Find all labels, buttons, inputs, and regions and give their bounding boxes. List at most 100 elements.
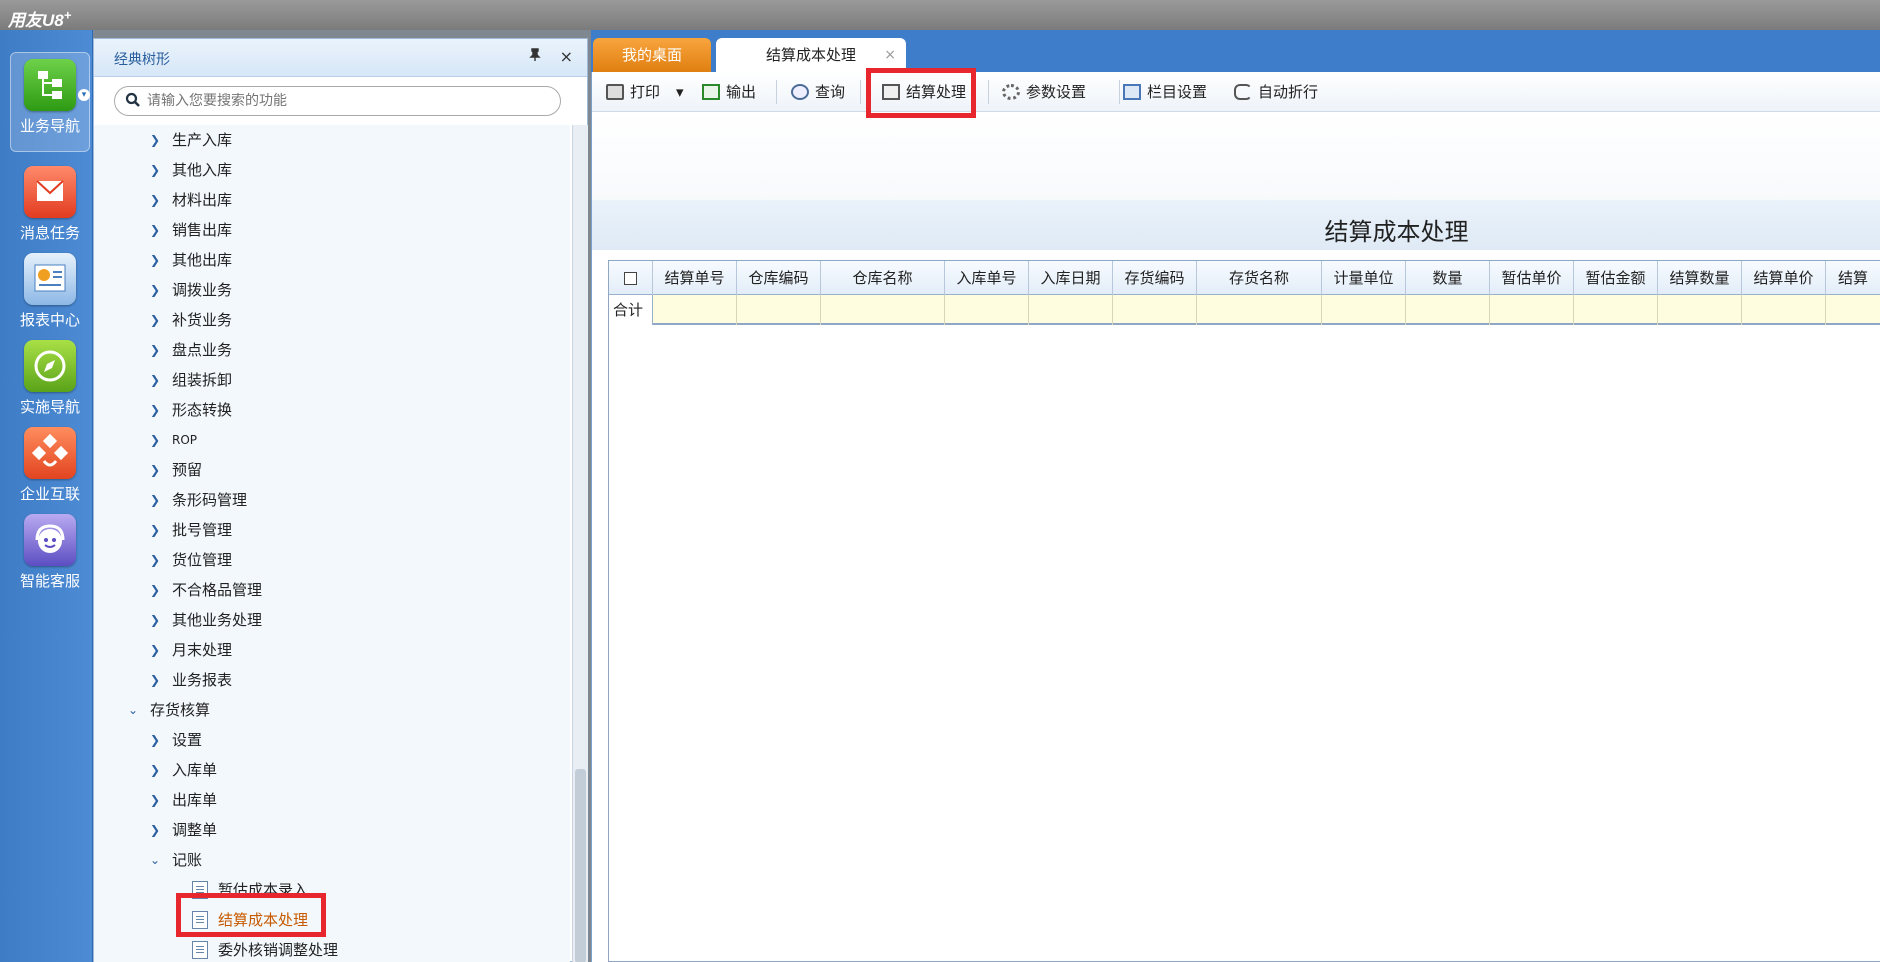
toolbar-separator: [1119, 80, 1120, 104]
tree-item-form-conversion[interactable]: ❯ 形态转换: [94, 395, 570, 425]
query-icon: [791, 84, 809, 100]
column-header[interactable]: 结算单号: [653, 261, 737, 295]
column-header[interactable]: 暂估金额: [1574, 261, 1658, 295]
tree-item-material-outbound[interactable]: ❯ 材料出库: [94, 185, 570, 215]
tree-item-label: 出库单: [172, 791, 218, 809]
tree-item-barcode[interactable]: ❯ 条形码管理: [94, 485, 570, 515]
app-message-task[interactable]: 消息任务: [10, 160, 90, 260]
tree-item-settings[interactable]: ❯ 设置: [94, 725, 570, 755]
chevron-right-icon[interactable]: ❯: [148, 215, 162, 245]
chevron-right-icon[interactable]: ❯: [148, 455, 162, 485]
chevron-right-icon[interactable]: ❯: [148, 575, 162, 605]
chevron-down-icon: ▾: [676, 83, 684, 101]
tree-item-batch[interactable]: ❯ 批号管理: [94, 515, 570, 545]
tree-item-assembly[interactable]: ❯ 组装拆卸: [94, 365, 570, 395]
column-header[interactable]: 结算: [1826, 261, 1880, 295]
chevron-right-icon[interactable]: ❯: [148, 665, 162, 695]
column-header[interactable]: 仓库名称: [821, 261, 945, 295]
tree-item-rop[interactable]: ❯ ROP: [94, 425, 570, 455]
app-label: 报表中心: [19, 311, 80, 329]
pin-icon[interactable]: [529, 48, 541, 66]
tree-item-settlement-cost[interactable]: 结算成本处理: [94, 905, 570, 935]
navigation-tree: ❯ 生产入库 ❯ 其他入库 ❯ 材料出库 ❯ 销售出库 ❯ 其他出库 ❯ 调拨业务 ❯ 补货业…: [94, 125, 570, 962]
app-smart-support[interactable]: 智能客服: [10, 508, 90, 608]
chevron-right-icon[interactable]: ❯: [148, 305, 162, 335]
tree-item-defective[interactable]: ❯ 不合格品管理: [94, 575, 570, 605]
close-icon[interactable]: ×: [884, 38, 896, 72]
tree-item-business-reports[interactable]: ❯ 业务报表: [94, 665, 570, 695]
tree-item-stocktake[interactable]: ❯ 盘点业务: [94, 335, 570, 365]
params-button[interactable]: 参数设置: [1002, 78, 1086, 106]
tree-item-other-outbound[interactable]: ❯ 其他出库: [94, 245, 570, 275]
tree-scrollbar[interactable]: [572, 125, 588, 962]
tree-item-month-end[interactable]: ❯ 月末处理: [94, 635, 570, 665]
chevron-right-icon[interactable]: ❯: [148, 725, 162, 755]
column-header[interactable]: 仓库编码: [737, 261, 821, 295]
column-header[interactable]: 暂估单价: [1490, 261, 1574, 295]
app-label: 企业互联: [19, 485, 80, 503]
chevron-down-icon[interactable]: ⌄: [148, 845, 162, 875]
chevron-right-icon[interactable]: ❯: [148, 245, 162, 275]
tree-item-location[interactable]: ❯ 货位管理: [94, 545, 570, 575]
chevron-down-icon[interactable]: ▾: [78, 89, 90, 101]
columns-button[interactable]: 栏目设置: [1123, 78, 1207, 106]
app-implementation-nav[interactable]: 实施导航: [10, 334, 90, 434]
close-icon[interactable]: ×: [560, 47, 573, 66]
tree-item-outbound-doc[interactable]: ❯ 出库单: [94, 785, 570, 815]
tree-item-bookkeeping[interactable]: ⌄ 记账: [94, 845, 570, 875]
column-header[interactable]: 入库日期: [1029, 261, 1113, 295]
column-header[interactable]: 数量: [1406, 261, 1490, 295]
chevron-right-icon[interactable]: ❯: [148, 635, 162, 665]
select-all-checkbox-cell[interactable]: [609, 261, 653, 295]
checkbox[interactable]: [624, 272, 637, 285]
tree-item-adjustment-doc[interactable]: ❯ 调整单: [94, 815, 570, 845]
tree-item-production-inbound[interactable]: ❯ 生产入库: [94, 125, 570, 155]
tree-item-other-inbound[interactable]: ❯ 其他入库: [94, 155, 570, 185]
column-header[interactable]: 入库单号: [945, 261, 1029, 295]
print-dropdown[interactable]: ▾: [676, 78, 684, 106]
chevron-right-icon[interactable]: ❯: [148, 365, 162, 395]
search-input[interactable]: [147, 91, 547, 111]
autowrap-button[interactable]: 自动折行: [1234, 78, 1318, 106]
tab-settlement-cost[interactable]: 结算成本处理 ×: [716, 38, 906, 72]
tree-item-transfer[interactable]: ❯ 调拨业务: [94, 275, 570, 305]
chevron-right-icon[interactable]: ❯: [148, 755, 162, 785]
column-header[interactable]: 结算数量: [1658, 261, 1742, 295]
chevron-right-icon[interactable]: ❯: [148, 155, 162, 185]
banner: [592, 112, 1880, 212]
chevron-right-icon[interactable]: ❯: [148, 545, 162, 575]
export-button[interactable]: 输出: [702, 78, 756, 106]
app-business-nav[interactable]: ▾ 业务导航: [10, 52, 90, 152]
chevron-right-icon[interactable]: ❯: [148, 335, 162, 365]
column-header[interactable]: 存货编码: [1113, 261, 1197, 295]
chevron-right-icon[interactable]: ❯: [148, 485, 162, 515]
tree-item-estimated-cost-entry[interactable]: 暂估成本录入: [94, 875, 570, 905]
tree-item-replenishment[interactable]: ❯ 补货业务: [94, 305, 570, 335]
chevron-right-icon[interactable]: ❯: [148, 425, 162, 455]
chevron-down-icon[interactable]: ⌄: [126, 695, 140, 725]
chevron-right-icon[interactable]: ❯: [148, 605, 162, 635]
tree-item-other-business[interactable]: ❯ 其他业务处理: [94, 605, 570, 635]
tree-item-outsourcing-writeoff[interactable]: 委外核销调整处理: [94, 935, 570, 962]
app-report-center[interactable]: 报表中心: [10, 247, 90, 347]
tree-item-inventory-accounting[interactable]: ⌄ 存货核算: [94, 695, 570, 725]
chevron-right-icon[interactable]: ❯: [148, 785, 162, 815]
tree-item-inbound-doc[interactable]: ❯ 入库单: [94, 755, 570, 785]
tree-item-label: ROP: [172, 433, 198, 447]
chevron-right-icon[interactable]: ❯: [148, 815, 162, 845]
chevron-right-icon[interactable]: ❯: [148, 395, 162, 425]
tab-my-desktop[interactable]: 我的桌面: [593, 38, 711, 72]
print-button[interactable]: 打印: [606, 78, 660, 106]
app-enterprise-link[interactable]: 企业互联: [10, 421, 90, 521]
column-header[interactable]: 计量单位: [1322, 261, 1406, 295]
chevron-right-icon[interactable]: ❯: [148, 185, 162, 215]
chevron-right-icon[interactable]: ❯: [148, 125, 162, 155]
column-header[interactable]: 结算单价: [1742, 261, 1826, 295]
column-header[interactable]: 存货名称: [1197, 261, 1322, 295]
scrollbar-thumb[interactable]: [575, 769, 586, 962]
chevron-right-icon[interactable]: ❯: [148, 275, 162, 305]
tree-item-reservation[interactable]: ❯ 预留: [94, 455, 570, 485]
chevron-right-icon[interactable]: ❯: [148, 515, 162, 545]
query-button[interactable]: 查询: [791, 78, 845, 106]
tree-item-sales-outbound[interactable]: ❯ 销售出库: [94, 215, 570, 245]
